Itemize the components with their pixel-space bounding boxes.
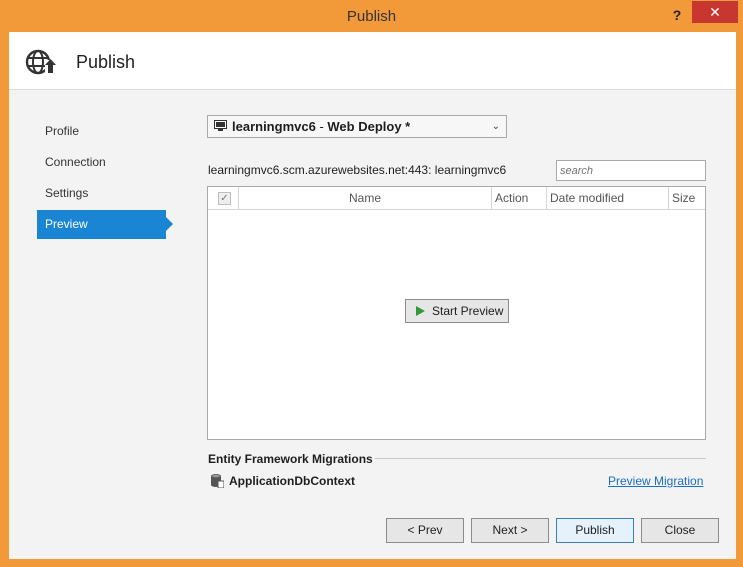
db-context-name: ApplicationDbContext	[229, 474, 355, 488]
wizard-nav: Profile Connection Settings Preview	[37, 117, 177, 241]
web-deploy-icon	[214, 120, 227, 131]
profile-dropdown[interactable]: learningmvc6 - Web Deploy * ⌄	[207, 115, 507, 138]
preview-migration-link[interactable]: Preview Migration	[608, 474, 703, 488]
prev-button[interactable]: < Prev	[386, 518, 464, 543]
globe-arrow-icon	[25, 49, 57, 75]
column-select-all[interactable]: ✓	[208, 187, 239, 209]
nav-item-connection[interactable]: Connection	[37, 148, 166, 177]
publish-dialog: Publish ? ✕ Publish Profile Connection S…	[0, 0, 743, 567]
title-bar[interactable]: Publish ? ✕	[0, 0, 743, 32]
publish-button[interactable]: Publish	[556, 518, 634, 543]
nav-item-preview[interactable]: Preview	[37, 210, 173, 239]
play-icon	[416, 306, 425, 316]
start-preview-label: Start Preview	[432, 304, 504, 318]
help-button[interactable]: ?	[666, 4, 688, 26]
select-all-checkbox[interactable]: ✓	[218, 192, 231, 205]
divider	[375, 458, 706, 459]
window-title: Publish	[346, 8, 397, 25]
server-destination: learningmvc6.scm.azurewebsites.net:443: …	[208, 163, 507, 177]
next-button[interactable]: Next >	[471, 518, 549, 543]
page-title: Publish	[76, 52, 136, 72]
database-icon	[211, 474, 224, 488]
dialog-header: Publish	[9, 32, 736, 90]
close-window-button[interactable]: ✕	[692, 1, 738, 23]
profile-name: learningmvc6	[232, 119, 316, 134]
dialog-client-area: Publish Profile Connection Settings Prev…	[9, 32, 736, 559]
close-button[interactable]: Close	[641, 518, 719, 543]
column-date-modified[interactable]: Date modified	[547, 187, 669, 209]
column-size[interactable]: Size	[669, 187, 705, 209]
profile-method: Web Deploy *	[327, 119, 411, 134]
column-action[interactable]: Action	[492, 187, 547, 209]
ef-migrations-heading: Entity Framework Migrations	[208, 452, 373, 466]
grid-header: ✓ Name Action Date modified Size	[208, 187, 705, 210]
search-input[interactable]	[556, 160, 706, 181]
nav-item-settings[interactable]: Settings	[37, 179, 166, 208]
nav-item-profile[interactable]: Profile	[37, 117, 166, 146]
column-name[interactable]: Name	[239, 187, 492, 209]
chevron-down-icon[interactable]: ⌄	[492, 116, 500, 137]
start-preview-button[interactable]: Start Preview	[405, 299, 509, 323]
profile-separator: -	[315, 119, 328, 134]
preview-grid: ✓ Name Action Date modified Size Start P…	[207, 186, 706, 440]
